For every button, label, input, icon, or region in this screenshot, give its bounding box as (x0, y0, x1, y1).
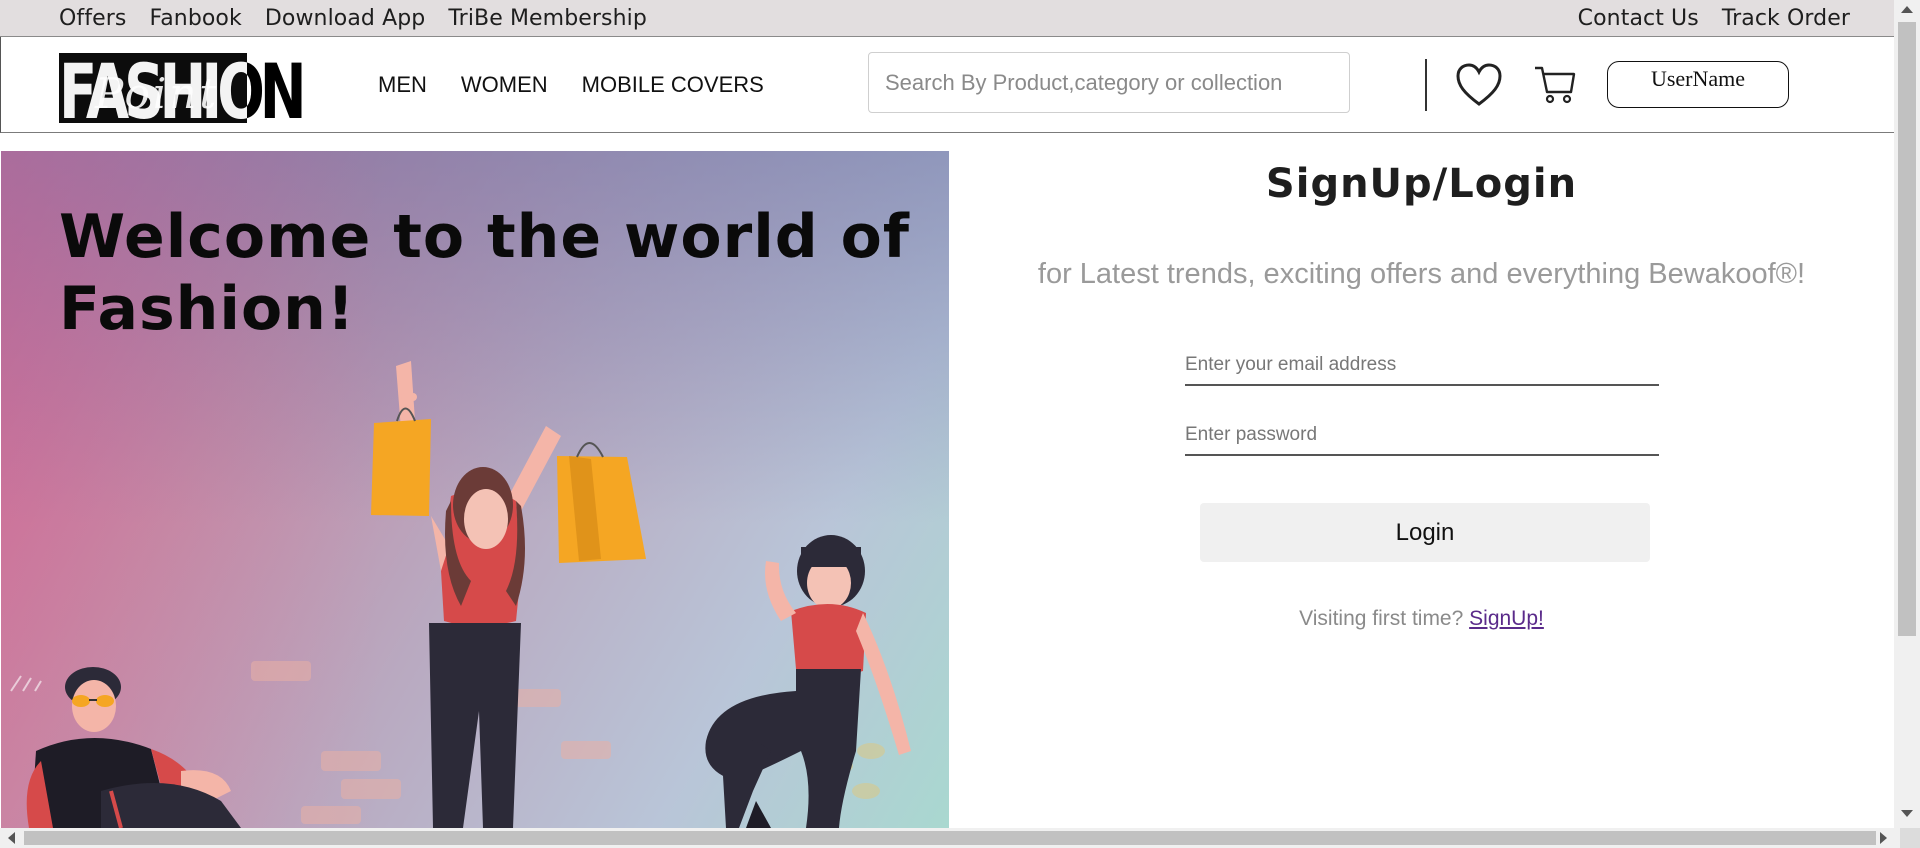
scroll-left-icon[interactable] (8, 832, 15, 844)
scroll-right-icon[interactable] (1880, 832, 1887, 844)
scroll-up-icon[interactable] (1901, 6, 1913, 13)
horizontal-scrollbar[interactable] (0, 828, 1920, 848)
top-left-links: Offers Fanbook Download App TriBe Member… (59, 0, 647, 37)
login-button[interactable]: Login (1200, 503, 1650, 562)
username-button[interactable]: UserName (1607, 61, 1789, 108)
search-box (868, 52, 1350, 113)
search-input[interactable] (869, 53, 1349, 112)
nav-women[interactable]: WOMEN (461, 72, 548, 98)
login-tagline: for Latest trends, exciting offers and e… (1037, 258, 1806, 290)
heart-icon[interactable] (1454, 60, 1504, 110)
nav-divider (1425, 59, 1427, 111)
main-navbar: FASHION Point MEN WOMEN MOBILE COVERS Us… (0, 37, 1894, 137)
logo-script: Point (95, 69, 220, 118)
offers-link[interactable]: Offers (59, 6, 126, 31)
hero-banner: Welcome to the world of Fashion! (1, 151, 949, 828)
track-order-link[interactable]: Track Order (1722, 6, 1850, 31)
vertical-scrollbar[interactable] (1894, 0, 1920, 828)
password-field-wrapper (1185, 416, 1659, 456)
fanbook-link[interactable]: Fanbook (149, 6, 241, 31)
email-field[interactable] (1185, 346, 1659, 384)
contact-us-link[interactable]: Contact Us (1578, 6, 1699, 31)
scroll-down-icon[interactable] (1901, 810, 1913, 817)
brand-logo[interactable]: FASHION Point (59, 49, 307, 137)
hero-headline: Welcome to the world of Fashion! (59, 202, 910, 344)
password-field[interactable] (1185, 416, 1659, 454)
scrollbar-corner (1900, 828, 1920, 848)
cart-icon[interactable] (1533, 62, 1577, 106)
nav-men[interactable]: MEN (378, 72, 427, 98)
horizontal-scroll-thumb[interactable] (24, 831, 1876, 845)
top-right-links: Contact Us Track Order (1578, 0, 1850, 37)
top-utility-bar: Offers Fanbook Download App TriBe Member… (0, 0, 1894, 37)
first-visit-prompt: Visiting first time? SignUp! (949, 607, 1894, 631)
login-title: SignUp/Login (1265, 161, 1578, 207)
tribe-membership-link[interactable]: TriBe Membership (448, 6, 647, 31)
download-app-link[interactable]: Download App (265, 6, 426, 31)
vertical-scroll-thumb[interactable] (1898, 22, 1916, 636)
category-nav: MEN WOMEN MOBILE COVERS (378, 37, 764, 133)
first-visit-text: Visiting first time? (1299, 607, 1464, 630)
nav-mobile-covers[interactable]: MOBILE COVERS (582, 72, 764, 98)
email-field-wrapper (1185, 346, 1659, 386)
login-panel: SignUp/Login for Latest trends, exciting… (949, 133, 1894, 828)
signup-link[interactable]: SignUp! (1469, 607, 1544, 630)
